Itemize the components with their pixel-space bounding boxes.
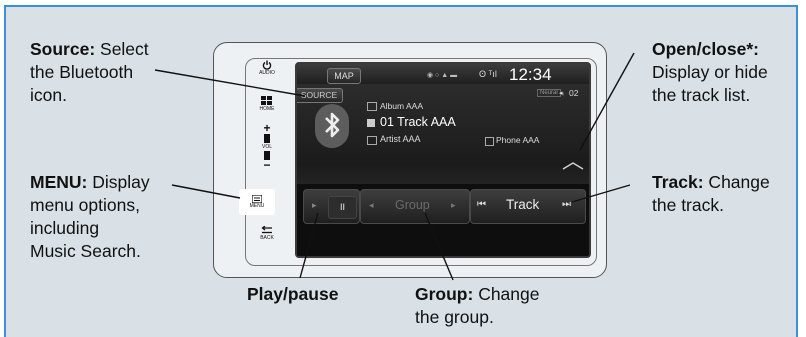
group-callout-line2: the group.: [415, 307, 494, 327]
open-close-callout: Open/close*: Display or hide the track l…: [652, 38, 768, 107]
play-pause-callout: Play/pause: [247, 283, 338, 306]
illustration: AUDIO HOME + VOL − MENU BACK MAP ◉ ○ ▲ ▬…: [0, 0, 806, 337]
open-close-leader-line: [579, 52, 635, 151]
menu-callout-title: MENU:: [30, 172, 88, 192]
track-callout-line2: the track.: [652, 195, 724, 215]
track-callout-title: Track:: [652, 172, 704, 192]
source-callout: Source: Select the Bluetooth icon.: [30, 38, 149, 107]
group-callout-text: Change: [473, 284, 540, 304]
source-callout-text: Select: [95, 39, 149, 59]
menu-callout-text: Display: [87, 172, 150, 192]
open-close-callout-line3: the track list.: [652, 85, 751, 105]
group-callout: Group: Change the group.: [415, 283, 540, 329]
play-pause-callout-title: Play/pause: [247, 284, 339, 304]
play-pause-leader-line: [299, 212, 319, 279]
group-leader-line: [424, 212, 454, 281]
menu-callout-line3: including: [30, 218, 100, 238]
source-leader-line: [154, 69, 306, 97]
open-close-callout-title: Open/close*:: [652, 39, 759, 59]
source-callout-title: Source:: [30, 39, 96, 59]
track-callout: Track: Change the track.: [652, 171, 770, 217]
source-callout-line2: the Bluetooth: [30, 62, 134, 82]
menu-callout: MENU: Display menu options, including Mu…: [30, 171, 150, 263]
menu-callout-line2: menu options,: [30, 195, 140, 215]
open-close-callout-line2: Display or hide: [652, 62, 768, 82]
menu-callout-line4: Music Search.: [30, 241, 141, 261]
menu-leader-line: [171, 184, 241, 199]
track-leader-line: [571, 184, 631, 203]
track-callout-text: Change: [703, 172, 770, 192]
source-callout-line3: icon.: [30, 85, 67, 105]
group-callout-title: Group:: [415, 284, 474, 304]
